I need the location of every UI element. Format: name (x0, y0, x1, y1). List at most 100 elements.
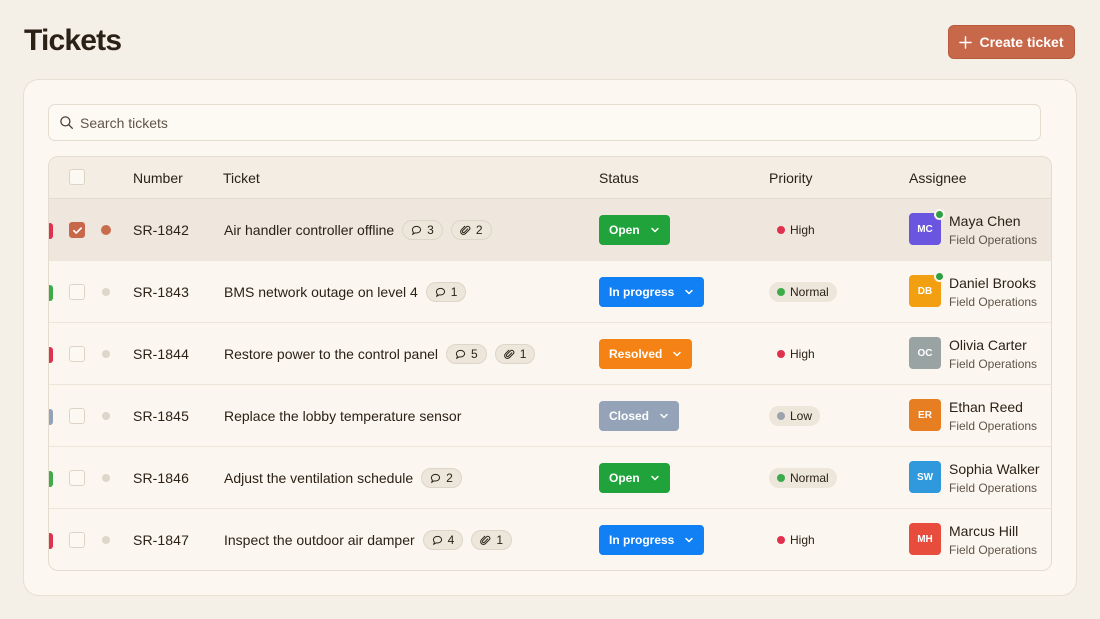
priority-label: Normal (790, 471, 829, 485)
status-dropdown[interactable]: Closed (599, 401, 680, 431)
table-row[interactable]: SR-1843 BMS network outage on level 4 1 In … (49, 261, 1051, 323)
ticket-title[interactable]: Replace the lobby temperature sensor (224, 408, 461, 424)
table-row[interactable]: SR-1847 Inspect the outdoor air damper 4 1 I… (49, 509, 1051, 570)
plus-icon (959, 35, 973, 49)
attachment-count-badge: 1 (471, 530, 513, 550)
priority-badge: Low (769, 406, 821, 426)
assignee-team: Field Operations (949, 233, 1038, 247)
priority-badge: Normal (769, 282, 837, 302)
search-input[interactable] (80, 114, 980, 131)
assignee-name: Olivia Carter (949, 337, 1027, 353)
column-ticket[interactable]: Ticket (223, 170, 260, 186)
unread-indicator (102, 288, 110, 296)
assignee-team: Field Operations (949, 357, 1038, 371)
chevron-down-icon (685, 537, 694, 543)
attachment-count-badge: 1 (494, 344, 536, 364)
priority-label: Normal (790, 285, 829, 299)
unread-indicator (102, 350, 110, 358)
chevron-down-icon (673, 351, 682, 357)
comment-count-badge: 4 (422, 530, 464, 550)
status-dropdown[interactable]: In progress (599, 525, 705, 555)
priority-stripe (49, 285, 53, 301)
priority-badge: High (769, 530, 823, 550)
row-checkbox[interactable] (69, 532, 85, 548)
priority-dot (777, 536, 785, 544)
comment-count-badge: 2 (421, 468, 462, 488)
row-checkbox[interactable] (69, 222, 85, 238)
avatar: SW (909, 461, 941, 493)
ticket-number[interactable]: SR-1846 (133, 470, 189, 486)
table-row[interactable]: SR-1846 Adjust the ventilation schedule 2 O… (49, 447, 1051, 509)
ticket-title[interactable]: Adjust the ventilation schedule (224, 470, 413, 486)
attachment-count: 2 (475, 223, 483, 237)
ticket-cell[interactable]: BMS network outage on level 4 1 (224, 278, 467, 306)
ticket-title[interactable]: Restore power to the control panel (224, 346, 438, 362)
ticket-number[interactable]: SR-1844 (133, 346, 189, 362)
column-priority[interactable]: Priority (769, 170, 813, 186)
row-checkbox[interactable] (69, 470, 85, 486)
status-dropdown[interactable]: Open (599, 215, 670, 245)
check-icon (73, 227, 82, 234)
online-status-dot (934, 271, 945, 282)
comment-icon (455, 349, 466, 359)
table-row[interactable]: SR-1845 Replace the lobby temperature sen… (49, 385, 1051, 447)
ticket-title[interactable]: Inspect the outdoor air damper (224, 532, 415, 548)
assignee-name: Sophia Walker (949, 461, 1040, 477)
comment-count: 1 (450, 285, 458, 299)
row-checkbox[interactable] (69, 346, 85, 362)
table-body: SR-1842 Air handler controller offline 3 2 O… (49, 199, 1051, 570)
priority-stripe (49, 471, 53, 487)
table-header: Number Ticket Status Priority Assignee (49, 157, 1051, 199)
paperclip-icon (460, 225, 471, 235)
comment-count: 4 (447, 533, 455, 547)
column-status[interactable]: Status (599, 170, 639, 186)
comment-count-badge: 1 (425, 282, 467, 302)
ticket-cell[interactable]: Replace the lobby temperature sensor (224, 402, 461, 430)
ticket-number[interactable]: SR-1843 (133, 284, 189, 300)
column-assignee[interactable]: Assignee (909, 170, 967, 186)
priority-badge: High (769, 344, 823, 364)
priority-stripe (49, 409, 53, 425)
unread-indicator (102, 412, 110, 420)
priority-dot (777, 288, 785, 296)
chevron-down-icon (660, 413, 668, 419)
priority-label: Low (790, 409, 813, 423)
priority-dot (777, 226, 785, 234)
online-status-dot (934, 209, 945, 220)
table-row[interactable]: SR-1844 Restore power to the control pane… (49, 323, 1051, 385)
priority-badge: High (769, 220, 823, 240)
status-dropdown[interactable]: Open (599, 463, 670, 493)
priority-dot (777, 412, 785, 420)
priority-label: High (790, 223, 815, 237)
chevron-down-icon (650, 475, 659, 481)
create-ticket-label: Create ticket (979, 34, 1064, 50)
status-label: In progress (609, 285, 675, 299)
status-label: In progress (609, 533, 675, 547)
create-ticket-button[interactable]: Create ticket (948, 25, 1075, 59)
status-dropdown[interactable]: In progress (599, 277, 705, 307)
comment-count: 3 (427, 223, 434, 237)
comment-icon (432, 535, 442, 545)
attachment-count: 1 (519, 347, 527, 361)
assignee-name: Marcus Hill (949, 523, 1019, 539)
ticket-title[interactable]: BMS network outage on level 4 (224, 284, 418, 300)
row-checkbox[interactable] (69, 408, 85, 424)
ticket-cell[interactable]: Air handler controller offline 3 2 (224, 216, 492, 244)
table-row[interactable]: SR-1842 Air handler controller offline 3 2 O… (49, 199, 1051, 261)
unread-indicator (101, 225, 111, 235)
ticket-title[interactable]: Air handler controller offline (224, 222, 394, 238)
status-label: Open (609, 223, 640, 237)
comment-count: 2 (446, 471, 453, 485)
ticket-number[interactable]: SR-1845 (133, 408, 189, 424)
avatar-initials: ER (918, 409, 932, 421)
ticket-cell[interactable]: Adjust the ventilation schedule 2 (224, 464, 462, 492)
row-checkbox[interactable] (69, 284, 85, 300)
status-dropdown[interactable]: Resolved (599, 339, 693, 369)
avatar-initials: SW (916, 471, 934, 483)
column-number[interactable]: Number (133, 170, 183, 186)
ticket-cell[interactable]: Restore power to the control panel 5 1 (224, 340, 536, 368)
ticket-number[interactable]: SR-1847 (133, 532, 189, 548)
ticket-cell[interactable]: Inspect the outdoor air damper 4 1 (224, 526, 513, 554)
select-all-checkbox[interactable] (69, 169, 85, 185)
ticket-number[interactable]: SR-1842 (133, 222, 189, 238)
